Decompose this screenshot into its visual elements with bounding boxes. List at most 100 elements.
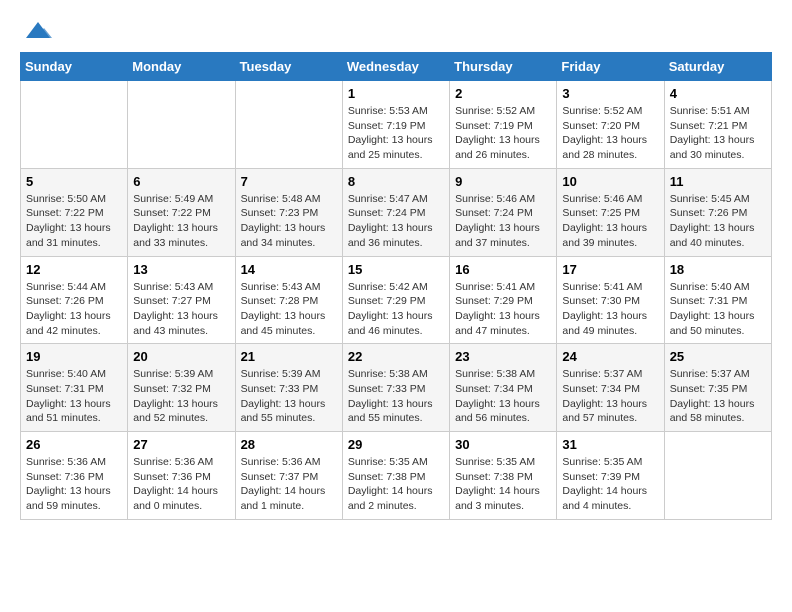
day-info: Sunrise: 5:35 AMSunset: 7:38 PMDaylight:…: [348, 455, 444, 514]
calendar-cell: 15 Sunrise: 5:42 AMSunset: 7:29 PMDayligh…: [342, 256, 449, 344]
day-number: 28: [241, 437, 337, 452]
calendar-cell: 28Sunrise: 5:36 AMSunset: 7:37 PMDayligh…: [235, 432, 342, 520]
day-number: 1: [348, 86, 444, 101]
calendar-cell: 17 Sunrise: 5:41 AMSunset: 7:30 PMDayligh…: [557, 256, 664, 344]
day-info: Sunrise: 5:36 AMSunset: 7:36 PMDaylight:…: [133, 455, 229, 514]
day-number: 5: [26, 174, 122, 189]
day-info: Sunrise: 5:53 AMSunset: 7:19 PMDaylight:…: [348, 104, 444, 163]
calendar-cell: 24 Sunrise: 5:37 AMSunset: 7:34 PMDayligh…: [557, 344, 664, 432]
calendar-cell: 1 Sunrise: 5:53 AMSunset: 7:19 PMDaylight…: [342, 81, 449, 169]
calendar-week-row: 1 Sunrise: 5:53 AMSunset: 7:19 PMDaylight…: [21, 81, 772, 169]
day-number: 4: [670, 86, 766, 101]
day-info: Sunrise: 5:45 AMSunset: 7:26 PMDaylight:…: [670, 192, 766, 251]
day-number: 20: [133, 349, 229, 364]
day-info: Sunrise: 5:43 AMSunset: 7:28 PMDaylight:…: [241, 280, 337, 339]
calendar-cell: 13 Sunrise: 5:43 AMSunset: 7:27 PMDayligh…: [128, 256, 235, 344]
day-number: 15: [348, 262, 444, 277]
calendar-cell: 8 Sunrise: 5:47 AMSunset: 7:24 PMDaylight…: [342, 168, 449, 256]
day-of-week-header: Tuesday: [235, 53, 342, 81]
day-number: 10: [562, 174, 658, 189]
day-number: 2: [455, 86, 551, 101]
day-number: 27: [133, 437, 229, 452]
day-info: Sunrise: 5:38 AMSunset: 7:33 PMDaylight:…: [348, 367, 444, 426]
calendar-cell: [21, 81, 128, 169]
day-number: 7: [241, 174, 337, 189]
day-info: Sunrise: 5:40 AMSunset: 7:31 PMDaylight:…: [670, 280, 766, 339]
calendar-cell: 23 Sunrise: 5:38 AMSunset: 7:34 PMDayligh…: [450, 344, 557, 432]
day-number: 25: [670, 349, 766, 364]
day-info: Sunrise: 5:41 AMSunset: 7:29 PMDaylight:…: [455, 280, 551, 339]
day-number: 11: [670, 174, 766, 189]
day-info: Sunrise: 5:48 AMSunset: 7:23 PMDaylight:…: [241, 192, 337, 251]
day-number: 23: [455, 349, 551, 364]
day-info: Sunrise: 5:51 AMSunset: 7:21 PMDaylight:…: [670, 104, 766, 163]
logo: [20, 20, 54, 42]
day-of-week-header: Sunday: [21, 53, 128, 81]
day-info: Sunrise: 5:42 AMSunset: 7:29 PMDaylight:…: [348, 280, 444, 339]
day-number: 12: [26, 262, 122, 277]
day-info: Sunrise: 5:41 AMSunset: 7:30 PMDaylight:…: [562, 280, 658, 339]
day-info: Sunrise: 5:52 AMSunset: 7:20 PMDaylight:…: [562, 104, 658, 163]
calendar-cell: 21 Sunrise: 5:39 AMSunset: 7:33 PMDayligh…: [235, 344, 342, 432]
day-number: 13: [133, 262, 229, 277]
day-info: Sunrise: 5:43 AMSunset: 7:27 PMDaylight:…: [133, 280, 229, 339]
day-number: 16: [455, 262, 551, 277]
calendar-cell: 3 Sunrise: 5:52 AMSunset: 7:20 PMDaylight…: [557, 81, 664, 169]
day-info: Sunrise: 5:39 AMSunset: 7:32 PMDaylight:…: [133, 367, 229, 426]
day-info: Sunrise: 5:50 AMSunset: 7:22 PMDaylight:…: [26, 192, 122, 251]
calendar-header: SundayMondayTuesdayWednesdayThursdayFrid…: [21, 53, 772, 81]
calendar-cell: [128, 81, 235, 169]
day-number: 30: [455, 437, 551, 452]
day-number: 24: [562, 349, 658, 364]
logo-icon: [22, 20, 54, 42]
day-number: 9: [455, 174, 551, 189]
day-number: 21: [241, 349, 337, 364]
day-number: 22: [348, 349, 444, 364]
calendar-cell: 22 Sunrise: 5:38 AMSunset: 7:33 PMDayligh…: [342, 344, 449, 432]
day-number: 19: [26, 349, 122, 364]
calendar-cell: 27 Sunrise: 5:36 AMSunset: 7:36 PMDayligh…: [128, 432, 235, 520]
calendar-cell: 5 Sunrise: 5:50 AMSunset: 7:22 PMDaylight…: [21, 168, 128, 256]
calendar-table: SundayMondayTuesdayWednesdayThursdayFrid…: [20, 52, 772, 520]
day-number: 8: [348, 174, 444, 189]
day-of-week-header: Saturday: [664, 53, 771, 81]
calendar-week-row: 12 Sunrise: 5:44 AMSunset: 7:26 PMDayligh…: [21, 256, 772, 344]
day-info: Sunrise: 5:39 AMSunset: 7:33 PMDaylight:…: [241, 367, 337, 426]
calendar-cell: 30 Sunrise: 5:35 AMSunset: 7:38 PMDayligh…: [450, 432, 557, 520]
day-info: Sunrise: 5:35 AMSunset: 7:39 PMDaylight:…: [562, 455, 658, 514]
day-info: Sunrise: 5:38 AMSunset: 7:34 PMDaylight:…: [455, 367, 551, 426]
calendar-cell: 2Sunrise: 5:52 AMSunset: 7:19 PMDaylight…: [450, 81, 557, 169]
calendar-cell: 7 Sunrise: 5:48 AMSunset: 7:23 PMDaylight…: [235, 168, 342, 256]
day-info: Sunrise: 5:37 AMSunset: 7:34 PMDaylight:…: [562, 367, 658, 426]
calendar-cell: 25 Sunrise: 5:37 AMSunset: 7:35 PMDayligh…: [664, 344, 771, 432]
day-of-week-header: Friday: [557, 53, 664, 81]
calendar-cell: [235, 81, 342, 169]
day-info: Sunrise: 5:47 AMSunset: 7:24 PMDaylight:…: [348, 192, 444, 251]
day-info: Sunrise: 5:46 AMSunset: 7:25 PMDaylight:…: [562, 192, 658, 251]
calendar-cell: 20 Sunrise: 5:39 AMSunset: 7:32 PMDayligh…: [128, 344, 235, 432]
day-info: Sunrise: 5:40 AMSunset: 7:31 PMDaylight:…: [26, 367, 122, 426]
calendar-cell: 19 Sunrise: 5:40 AMSunset: 7:31 PMDayligh…: [21, 344, 128, 432]
calendar-cell: 14Sunrise: 5:43 AMSunset: 7:28 PMDayligh…: [235, 256, 342, 344]
page-header: [20, 20, 772, 42]
day-info: Sunrise: 5:44 AMSunset: 7:26 PMDaylight:…: [26, 280, 122, 339]
day-number: 17: [562, 262, 658, 277]
calendar-week-row: 26Sunrise: 5:36 AMSunset: 7:36 PMDayligh…: [21, 432, 772, 520]
day-info: Sunrise: 5:37 AMSunset: 7:35 PMDaylight:…: [670, 367, 766, 426]
day-number: 6: [133, 174, 229, 189]
day-number: 3: [562, 86, 658, 101]
calendar-cell: 10 Sunrise: 5:46 AMSunset: 7:25 PMDayligh…: [557, 168, 664, 256]
day-info: Sunrise: 5:49 AMSunset: 7:22 PMDaylight:…: [133, 192, 229, 251]
day-info: Sunrise: 5:35 AMSunset: 7:38 PMDaylight:…: [455, 455, 551, 514]
calendar-cell: 4 Sunrise: 5:51 AMSunset: 7:21 PMDaylight…: [664, 81, 771, 169]
calendar-week-row: 19 Sunrise: 5:40 AMSunset: 7:31 PMDayligh…: [21, 344, 772, 432]
calendar-cell: [664, 432, 771, 520]
calendar-week-row: 5 Sunrise: 5:50 AMSunset: 7:22 PMDaylight…: [21, 168, 772, 256]
day-of-week-header: Thursday: [450, 53, 557, 81]
day-of-week-header: Monday: [128, 53, 235, 81]
calendar-cell: 29Sunrise: 5:35 AMSunset: 7:38 PMDayligh…: [342, 432, 449, 520]
calendar-cell: 18Sunrise: 5:40 AMSunset: 7:31 PMDayligh…: [664, 256, 771, 344]
calendar-cell: 26Sunrise: 5:36 AMSunset: 7:36 PMDayligh…: [21, 432, 128, 520]
calendar-cell: 9Sunrise: 5:46 AMSunset: 7:24 PMDaylight…: [450, 168, 557, 256]
calendar-cell: 6 Sunrise: 5:49 AMSunset: 7:22 PMDaylight…: [128, 168, 235, 256]
